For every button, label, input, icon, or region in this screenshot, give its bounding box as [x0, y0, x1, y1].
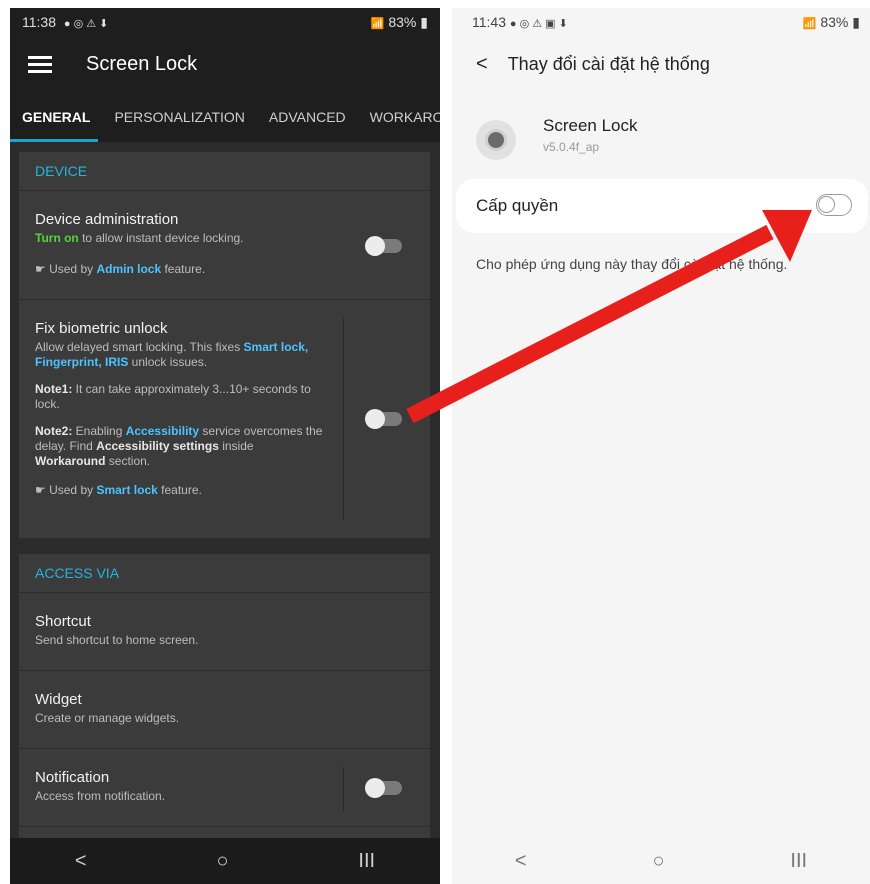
tab-workaround[interactable]: WORKARO	[358, 92, 440, 142]
notification-title: Notification	[35, 769, 110, 786]
back-nav-icon[interactable]: <	[75, 850, 87, 873]
fix-biometric-title: Fix biometric unlock	[35, 320, 168, 337]
device-admin-title: Device administration	[35, 211, 179, 228]
recents-nav-icon[interactable]: III	[790, 850, 807, 873]
recents-nav-icon[interactable]: III	[358, 850, 375, 873]
notification-icons: ● ◎ ⚠ ▣ ⬇	[509, 18, 568, 30]
device-admin-desc: Turn on to allow instant device locking.	[35, 231, 244, 245]
back-arrow-icon[interactable]: <	[476, 53, 488, 76]
fix-biometric-note2: Note2: Enabling Accessibility service ov…	[35, 424, 323, 468]
device-card: DEVICE Device administration Turn on to …	[19, 152, 430, 539]
tab-bar: GENERAL PERSONALIZATION ADVANCED WORKARO	[10, 92, 440, 142]
divider	[343, 318, 344, 520]
tab-personalization[interactable]: PERSONALIZATION	[102, 92, 256, 142]
status-bar: 11:38 ● ◎ ⚠ ⬇ 📶 83% ▮	[10, 8, 440, 36]
signal-icon: 📶	[802, 17, 817, 30]
access-via-card: ACCESS VIA Shortcut Send shortcut to hom…	[19, 554, 430, 884]
right-phone-screen: 11:43 ● ◎ ⚠ ▣ ⬇ 📶 83% ▮ < Thay đổi cài đ…	[452, 8, 870, 884]
widget-title: Widget	[35, 691, 82, 708]
home-nav-icon[interactable]: ○	[216, 850, 228, 873]
permission-description: Cho phép ứng dụng này thay đổi cài đặt h…	[476, 256, 788, 272]
settings-content: DEVICE Device administration Turn on to …	[10, 142, 440, 884]
screen-lock-app-icon	[476, 120, 516, 160]
fix-biometric-desc: Allow delayed smart locking. This fixes …	[35, 340, 309, 369]
tab-advanced[interactable]: ADVANCED	[257, 92, 358, 142]
widget-row[interactable]: Widget Create or manage widgets.	[19, 671, 430, 749]
notification-icons: ● ◎ ⚠ ⬇	[63, 18, 109, 30]
access-via-header: ACCESS VIA	[19, 554, 430, 593]
permission-label: Cấp quyền	[476, 196, 559, 215]
battery-icon: ▮	[420, 13, 428, 30]
notification-desc: Access from notification.	[35, 789, 166, 803]
page-header: < Thay đổi cài đặt hệ thống	[452, 36, 870, 92]
shortcut-row[interactable]: Shortcut Send shortcut to home screen.	[19, 593, 430, 671]
battery-level: 83%	[388, 13, 417, 30]
device-admin-toggle[interactable]	[365, 236, 402, 256]
navigation-bar: < ○ III	[452, 838, 870, 884]
status-bar: 11:43 ● ◎ ⚠ ▣ ⬇ 📶 83% ▮	[452, 8, 870, 36]
shortcut-desc: Send shortcut to home screen.	[35, 633, 199, 647]
divider	[343, 767, 344, 812]
navigation-bar: < ○ III	[10, 838, 440, 884]
status-time: 11:43	[472, 14, 506, 30]
device-administration-row[interactable]: Device administration Turn on to allow i…	[19, 191, 430, 300]
fix-biometric-row[interactable]: Fix biometric unlock Allow delayed smart…	[19, 300, 430, 539]
app-bar: Screen Lock	[10, 36, 440, 92]
tab-general[interactable]: GENERAL	[10, 92, 102, 142]
widget-desc: Create or manage widgets.	[35, 711, 180, 725]
notification-row[interactable]: Notification Access from notification.	[19, 749, 430, 827]
fix-biometric-toggle[interactable]	[365, 409, 402, 429]
status-time: 11:38	[22, 14, 56, 30]
home-nav-icon[interactable]: ○	[652, 850, 664, 873]
device-admin-used-by: ☛ Used by Admin lock feature.	[35, 262, 206, 276]
left-phone-screen: 11:38 ● ◎ ⚠ ⬇ 📶 83% ▮ Screen Lock GENERA…	[10, 8, 440, 884]
battery-icon: ▮	[852, 13, 860, 30]
app-info: Screen Lock v5.0.4f_ap	[476, 114, 638, 160]
fix-biometric-note1: Note1: It can take approximately 3...10+…	[35, 382, 311, 411]
permission-row[interactable]: Cấp quyền	[456, 179, 868, 233]
signal-icon: 📶	[370, 17, 385, 30]
app-version: v5.0.4f_ap	[543, 140, 600, 154]
device-header: DEVICE	[19, 152, 430, 191]
fix-biometric-used-by: ☛ Used by Smart lock feature.	[35, 483, 202, 497]
app-title: Screen Lock	[86, 52, 198, 75]
page-title: Thay đổi cài đặt hệ thống	[507, 53, 710, 74]
battery-level: 83%	[820, 13, 849, 30]
menu-icon[interactable]	[28, 55, 52, 73]
permission-switch[interactable]	[816, 194, 852, 216]
back-nav-icon[interactable]: <	[515, 850, 527, 873]
shortcut-title: Shortcut	[35, 613, 91, 630]
notification-toggle[interactable]	[365, 778, 402, 798]
app-name: Screen Lock	[543, 116, 638, 135]
